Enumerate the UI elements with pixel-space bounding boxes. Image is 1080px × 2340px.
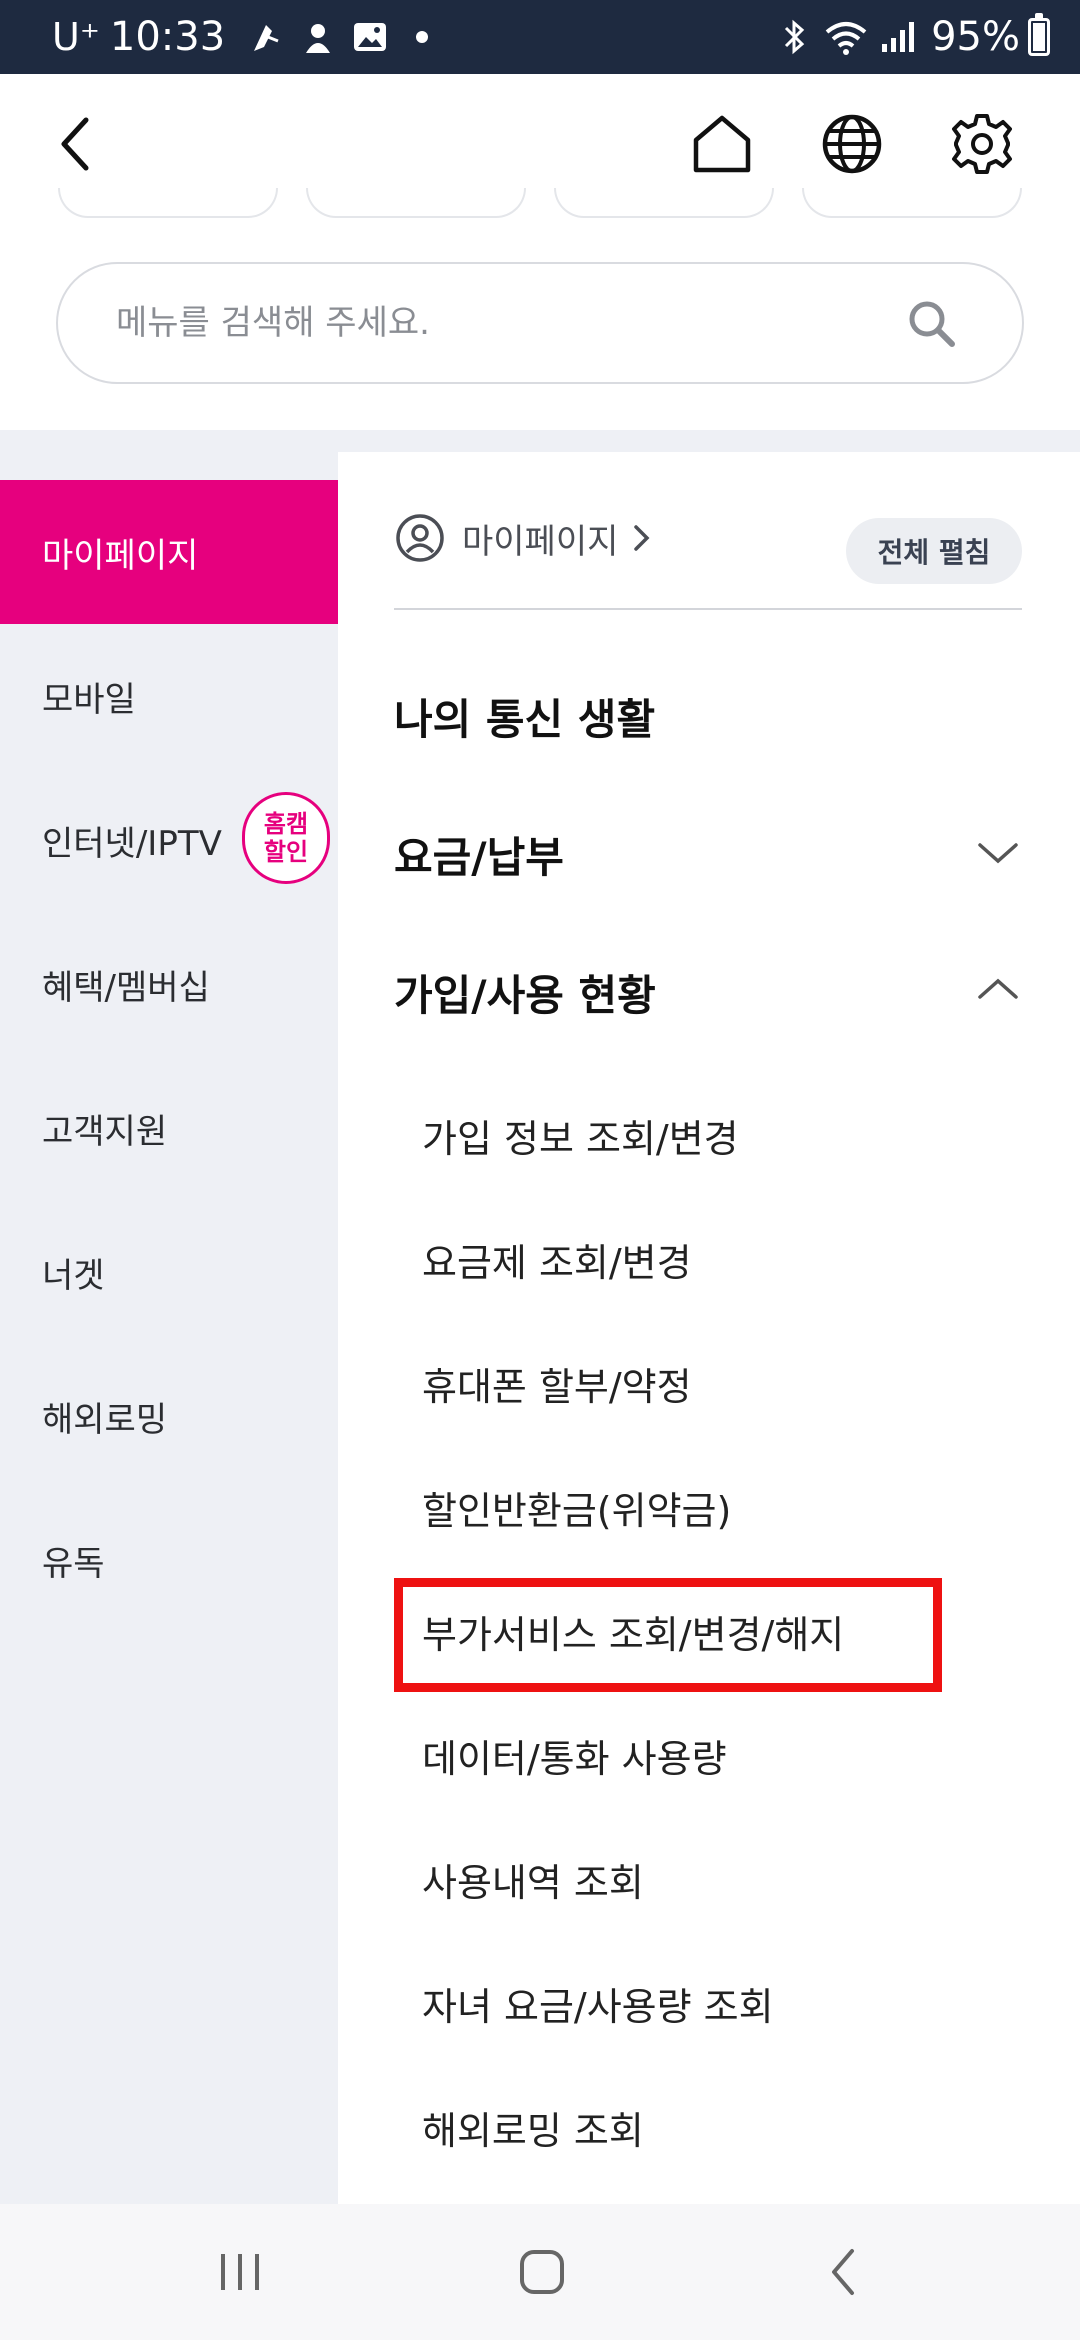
breadcrumb-label: 마이페이지 <box>462 521 619 562</box>
user-circle-icon <box>396 514 444 562</box>
sidebar-item-mobile[interactable]: 모바일 <box>0 624 338 768</box>
sidebar-item-benefits[interactable]: 혜택/멤버십 <box>0 912 338 1056</box>
submenu-item[interactable]: 해외로밍 조회 <box>422 2100 644 2155</box>
clock: 10:33 <box>109 14 226 60</box>
settings-button[interactable] <box>942 104 1022 184</box>
sidebar-item-label: 해외로밍 <box>42 1399 168 1440</box>
battery-percent: 95% <box>931 14 1020 60</box>
system-back-button[interactable] <box>804 2242 884 2302</box>
system-navigation-bar <box>0 2204 1080 2340</box>
sidebar-item-label: 고객지원 <box>42 1111 168 1152</box>
sidebar-item-support[interactable]: 고객지원 <box>0 1056 338 1200</box>
notification-character-icon <box>295 14 341 60</box>
home-icon <box>693 115 751 173</box>
submenu-item[interactable]: 자녀 요금/사용량 조회 <box>422 1976 774 2031</box>
sidebar-item-nugget[interactable]: 너겟 <box>0 1200 338 1344</box>
highlight-annotation-box <box>394 1578 942 1692</box>
category-sidebar: 마이페이지 모바일 인터넷/IPTV 홈캠 할인 혜택/멤버십 고객지원 너겟 … <box>0 452 338 2204</box>
promo-badge-text: 홈캠 할인 <box>263 810 309 866</box>
sidebar-item-label: 너겟 <box>42 1255 105 1296</box>
back-button[interactable] <box>36 104 116 184</box>
bluetooth-icon <box>771 14 817 60</box>
sidebar-item-label: 모바일 <box>42 679 136 720</box>
expand-all-button[interactable]: 전체 펼침 <box>846 518 1022 584</box>
sidebar-item-udok[interactable]: 유독 <box>0 1488 338 1632</box>
submenu-item[interactable]: 할인반환금(위약금) <box>422 1480 731 1535</box>
menu-content-panel: 마이페이지 전체 펼침 나의 통신 생활 요금/납부 가입/사용 현황 가입 정… <box>338 452 1080 2204</box>
submenu-item[interactable]: 데이터/통화 사용량 <box>422 1728 727 1783</box>
chevron-up-icon[interactable] <box>974 974 1022 1004</box>
chevron-left-icon <box>61 117 89 171</box>
gear-icon <box>952 114 1012 174</box>
carrier-label: U⁺ <box>52 15 100 59</box>
sidebar-item-mypage[interactable]: 마이페이지 <box>0 480 338 624</box>
breadcrumb[interactable]: 마이페이지 <box>394 512 654 564</box>
recents-icon <box>221 2254 259 2290</box>
submenu-item[interactable]: 사용내역 조회 <box>422 1852 644 1907</box>
chevron-right-icon <box>634 525 650 551</box>
section-title-my-telecom-life[interactable]: 나의 통신 생활 <box>394 686 655 747</box>
status-bar: U⁺ 10:33 95% <box>0 0 1080 74</box>
image-notification-icon <box>347 14 393 60</box>
breadcrumb-divider <box>394 608 1022 610</box>
menu-search-box[interactable] <box>56 262 1024 384</box>
back-arrow-icon <box>832 2249 854 2295</box>
submenu-item[interactable]: 휴대폰 할부/약정 <box>422 1356 692 1411</box>
globe-icon <box>822 114 882 174</box>
quick-chip-partial[interactable] <box>306 188 526 218</box>
signal-icon <box>875 14 921 60</box>
submenu-item[interactable]: 가입 정보 조회/변경 <box>422 1108 739 1163</box>
section-title-billing[interactable]: 요금/납부 <box>394 824 564 885</box>
home-button[interactable] <box>682 104 762 184</box>
sidebar-item-label: 마이페이지 <box>42 535 199 576</box>
notification-app-icon <box>243 14 289 60</box>
promo-badge: 홈캠 할인 <box>242 792 330 884</box>
quick-chip-partial[interactable] <box>554 188 774 218</box>
search-icon[interactable] <box>904 296 960 352</box>
language-button[interactable] <box>812 104 892 184</box>
sidebar-item-label: 인터넷/IPTV <box>42 823 222 864</box>
section-title-subscription-usage[interactable]: 가입/사용 현황 <box>394 962 656 1023</box>
search-input[interactable] <box>116 303 896 343</box>
quick-chip-partial[interactable] <box>58 188 278 218</box>
submenu-item[interactable]: 요금제 조회/변경 <box>422 1232 692 1287</box>
more-notifications-dot-icon <box>399 14 445 60</box>
recents-button[interactable] <box>200 2242 280 2302</box>
wifi-icon <box>823 14 869 60</box>
quick-chip-partial[interactable] <box>802 188 1022 218</box>
sidebar-item-label: 혜택/멤버십 <box>42 967 210 1008</box>
chevron-down-icon[interactable] <box>974 838 1022 868</box>
section-divider <box>0 430 1080 452</box>
battery-icon <box>1028 13 1050 56</box>
system-home-button[interactable] <box>502 2242 582 2302</box>
home-square-icon <box>520 2250 564 2294</box>
sidebar-item-roaming[interactable]: 해외로밍 <box>0 1344 338 1488</box>
sidebar-item-internet-iptv[interactable]: 인터넷/IPTV 홈캠 할인 <box>0 768 338 912</box>
sidebar-item-label: 유독 <box>42 1543 105 1584</box>
